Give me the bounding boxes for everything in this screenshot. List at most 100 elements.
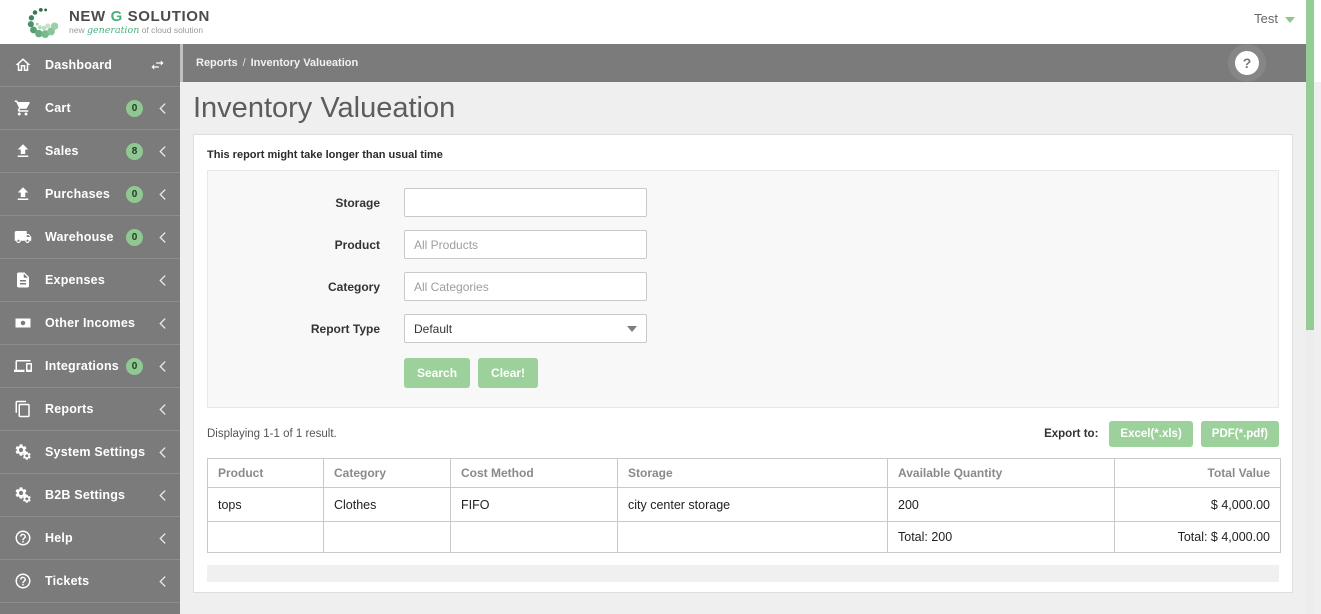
selected-value: Default <box>414 321 453 336</box>
results-table: Product Category Cost Method Storage Availab… <box>207 458 1281 553</box>
chevron-left-icon <box>158 145 167 158</box>
table-cell: Clothes <box>323 487 451 522</box>
cart-icon <box>14 99 32 117</box>
pages-icon <box>14 400 32 418</box>
sidebar-item-cart[interactable]: Cart 0 <box>0 87 180 130</box>
chevron-left-icon <box>158 360 167 373</box>
table-cell: 200 <box>887 487 1115 522</box>
sidebar-item-help[interactable]: Help <box>0 517 180 560</box>
sidebar-nav: Dashboard Cart 0 Sales 8 Purchases 0 Warehouse 0… <box>0 44 180 614</box>
scrollbar-thumb[interactable] <box>1306 0 1314 330</box>
table-footer-cell: Total: 200 <box>887 521 1115 553</box>
chevron-left-icon <box>158 274 167 287</box>
sidebar-item-expenses[interactable]: Expenses <box>0 259 180 302</box>
sidebar-item-label: Expenses <box>45 273 105 287</box>
product-input[interactable] <box>404 230 647 259</box>
sidebar-item-warehouse[interactable]: Warehouse 0 <box>0 216 180 259</box>
breadcrumb-bar: Reports / Inventory Valueation ? <box>180 44 1306 82</box>
sidebar-item-other-incomes[interactable]: Other Incomes <box>0 302 180 345</box>
sidebar-item-label: Tickets <box>45 574 90 588</box>
logo-icon <box>24 3 62 41</box>
question-icon <box>14 572 32 590</box>
report-panel: This report might take longer than usual… <box>193 134 1293 593</box>
swap-arrows-icon[interactable] <box>148 57 167 73</box>
gears-icon <box>14 443 32 461</box>
sidebar-item-reports[interactable]: Reports <box>0 388 180 431</box>
chevron-left-icon <box>158 102 167 115</box>
page-title: Inventory Valueation <box>193 92 456 124</box>
count-badge: 0 <box>126 185 143 203</box>
sidebar-item-label: Integrations <box>45 359 119 373</box>
column-header-category: Category <box>323 458 451 488</box>
table-cell: FIFO <box>450 487 618 522</box>
user-menu-label: Test <box>1254 11 1278 26</box>
column-header-storage: Storage <box>617 458 888 488</box>
form-row-category: Category <box>208 272 1278 301</box>
breadcrumb-current: Inventory Valueation <box>250 57 359 69</box>
export-group: Export to: Excel(*.xls) PDF(*.pdf) <box>1044 421 1279 447</box>
user-menu[interactable]: Test <box>1254 11 1295 26</box>
app-logo[interactable]: NEW G SOLUTION new generation of cloud s… <box>24 3 210 41</box>
filter-form: Storage Product Category Report Type Default… <box>207 170 1279 408</box>
category-input[interactable] <box>404 272 647 301</box>
sidebar-item-integrations[interactable]: Integrations 0 <box>0 345 180 388</box>
breadcrumb-section[interactable]: Reports <box>196 57 238 69</box>
storage-input[interactable] <box>404 188 647 217</box>
form-row-product: Product <box>208 230 1278 259</box>
table-cell: tops <box>207 487 324 522</box>
table-footer-cell <box>323 521 451 553</box>
chevron-left-icon <box>158 317 167 330</box>
breadcrumb-separator: / <box>242 57 246 69</box>
question-icon: ? <box>1242 55 1252 71</box>
field-label: Category <box>327 279 380 294</box>
results-summary: Displaying 1-1 of 1 result. <box>207 428 337 440</box>
sidebar-item-label: System Settings <box>45 445 146 459</box>
sidebar-item-label: Warehouse <box>45 230 114 244</box>
page-right-edge <box>1314 82 1321 614</box>
top-header: NEW G SOLUTION new generation of cloud s… <box>0 0 1321 44</box>
count-badge: 0 <box>126 357 143 375</box>
upload-icon <box>14 142 32 160</box>
horizontal-scrollbar[interactable] <box>207 565 1279 582</box>
sidebar-item-system-settings[interactable]: System Settings <box>0 431 180 474</box>
search-button[interactable]: Search <box>404 358 471 388</box>
devices-icon <box>14 357 32 375</box>
sidebar-item-b2b-settings[interactable]: B2B Settings <box>0 474 180 517</box>
form-row-report-type: Report Type Default <box>208 314 1278 343</box>
field-label: Report Type <box>310 321 380 336</box>
sidebar-item-purchases[interactable]: Purchases 0 <box>0 173 180 216</box>
count-badge: 0 <box>126 99 143 117</box>
table-footer-cell <box>207 521 324 553</box>
sidebar-item-label: Purchases <box>45 187 111 201</box>
sidebar-item-label: B2B Settings <box>45 488 126 502</box>
table-footer-cell: Total: $ 4,000.00 <box>1114 521 1281 553</box>
question-icon <box>14 529 32 547</box>
column-header-cost-method: Cost Method <box>450 458 618 488</box>
count-badge: 0 <box>126 228 143 246</box>
sidebar-item-dashboard[interactable]: Dashboard <box>0 44 180 87</box>
table-cell: $ 4,000.00 <box>1114 487 1281 522</box>
export-label: Export to: <box>1044 428 1099 440</box>
main-content: Inventory Valueation This report might t… <box>180 82 1306 614</box>
chevron-left-icon <box>158 532 167 545</box>
form-row-storage: Storage <box>208 188 1278 217</box>
clear-button[interactable]: Clear! <box>478 358 539 388</box>
chevron-left-icon <box>158 489 167 502</box>
truck-icon <box>14 228 32 246</box>
column-header-total-value: Total Value <box>1114 458 1281 488</box>
report-type-select[interactable]: Default <box>404 314 647 343</box>
chevron-left-icon <box>158 446 167 459</box>
help-button[interactable]: ? <box>1235 51 1259 75</box>
chevron-left-icon <box>158 575 167 588</box>
sidebar-item-tickets[interactable]: Tickets <box>0 560 180 603</box>
sidebar-item-sales[interactable]: Sales 8 <box>0 130 180 173</box>
invoice-icon <box>14 271 32 289</box>
breadcrumb: Reports / Inventory Valueation <box>183 57 358 69</box>
chevron-down-icon <box>627 325 637 332</box>
count-badge: 8 <box>126 142 143 160</box>
export-button-pdf-pdf-[interactable]: PDF(*.pdf) <box>1200 421 1279 447</box>
export-button-excel-xls-[interactable]: Excel(*.xls) <box>1109 421 1193 447</box>
table-row: tops Clothes FIFO city center storage 200 $ 4… <box>207 487 1281 522</box>
sidebar-item-label: Dashboard <box>45 58 113 72</box>
chevron-down-icon <box>1285 16 1295 23</box>
